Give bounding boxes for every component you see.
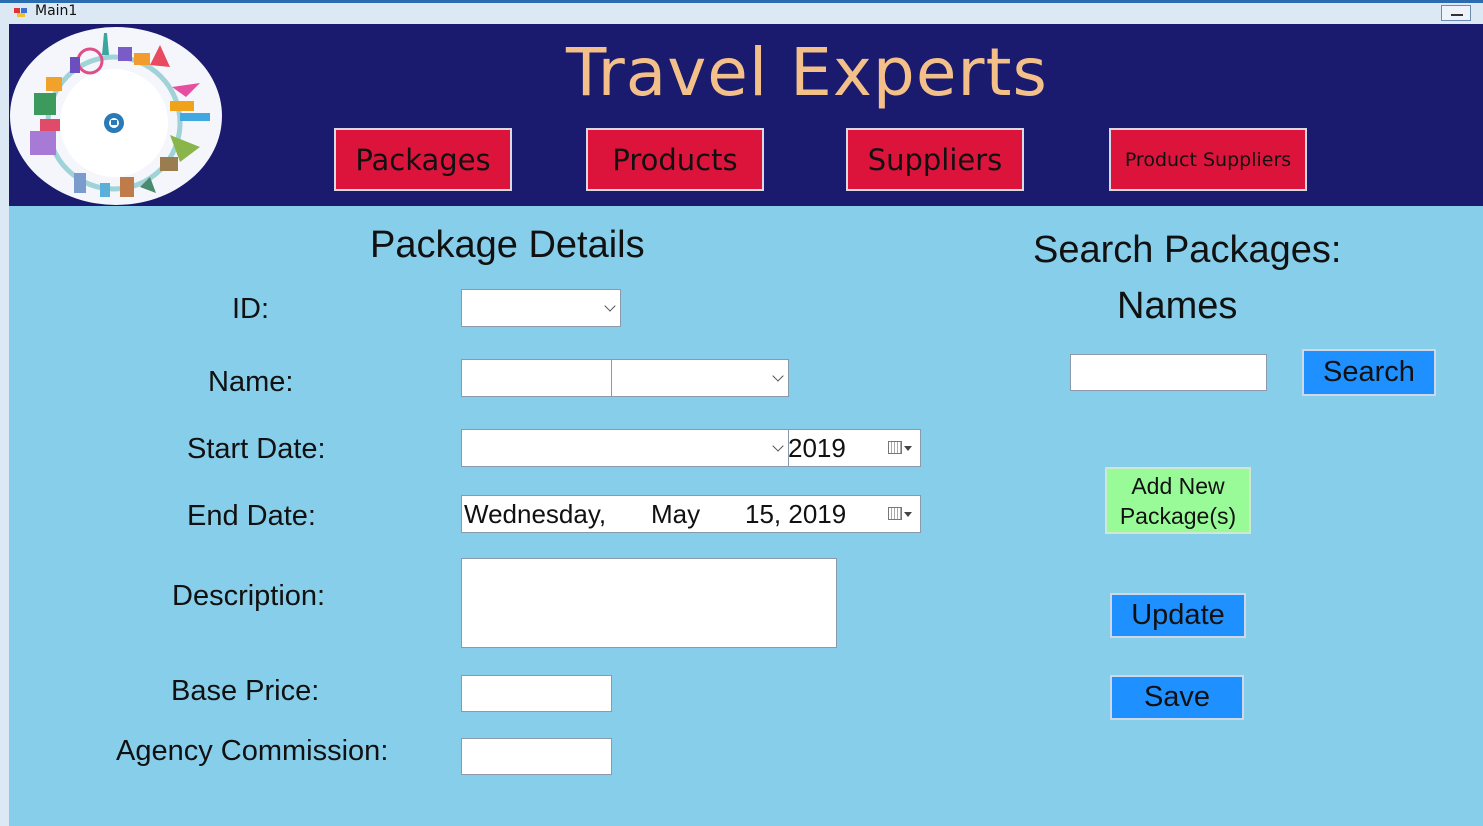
add-new-package-button[interactable]: Add New Package(s) — [1105, 467, 1251, 534]
travel-logo — [10, 27, 222, 205]
end-date-label: End Date: — [187, 500, 316, 532]
base-price-label: Base Price: — [171, 675, 320, 707]
name-label: Name: — [208, 366, 294, 398]
product-suppliers-button[interactable]: Product Suppliers — [1109, 128, 1307, 191]
id-label: ID: — [232, 293, 270, 325]
add-button-line2: Package(s) — [1119, 502, 1237, 529]
chevron-down-icon — [772, 440, 784, 452]
window-border — [0, 24, 9, 826]
start-date-year: 2019 — [788, 433, 846, 463]
start-date-picker[interactable]: 2019 — [788, 429, 921, 467]
packages-button[interactable]: Packages — [334, 128, 512, 191]
agency-commission-input[interactable] — [461, 738, 612, 775]
description-label: Description: — [172, 580, 326, 612]
chevron-down-icon — [772, 370, 784, 382]
add-button-line1: Add New — [1131, 472, 1225, 499]
save-button[interactable]: Save — [1110, 675, 1244, 720]
search-input[interactable] — [1070, 354, 1267, 391]
products-button[interactable]: Products — [586, 128, 764, 191]
start-date-label: Start Date: — [187, 433, 326, 465]
app-title: Travel Experts — [566, 34, 1048, 111]
update-button[interactable]: Update — [1110, 593, 1246, 638]
window-title: Main1 — [35, 3, 78, 19]
search-packages-heading: Search Packages: — [1033, 229, 1342, 271]
calendar-icon[interactable] — [888, 441, 902, 454]
chevron-down-icon — [604, 300, 616, 312]
globe-landmarks-icon — [30, 33, 210, 197]
search-button[interactable]: Search — [1302, 349, 1436, 396]
dropdown-arrow-icon — [904, 512, 912, 517]
suppliers-button[interactable]: Suppliers — [846, 128, 1024, 191]
agency-commission-label: Agency Commission: — [116, 735, 389, 767]
app-icon — [14, 8, 27, 17]
base-price-input[interactable] — [461, 675, 612, 712]
name-input[interactable] — [461, 359, 613, 397]
id-combobox[interactable] — [461, 289, 621, 327]
package-details-heading: Package Details — [370, 224, 645, 266]
end-date-picker[interactable]: Wednesday, May 15, 2019 — [461, 495, 921, 533]
start-date-combobox[interactable] — [461, 429, 789, 467]
dropdown-arrow-icon — [904, 446, 912, 451]
end-date-month: May — [651, 499, 701, 529]
calendar-icon[interactable] — [888, 507, 902, 520]
description-textarea[interactable] — [461, 558, 837, 648]
search-names-subheading: Names — [1117, 285, 1238, 327]
window-titlebar: Main1 — [0, 0, 1483, 24]
end-date-weekday: Wednesday, — [464, 499, 607, 529]
minimize-icon — [1451, 14, 1463, 16]
end-date-day-year: 15, 2019 — [745, 499, 847, 529]
name-combobox[interactable] — [611, 359, 789, 397]
minimize-button[interactable] — [1441, 5, 1471, 21]
